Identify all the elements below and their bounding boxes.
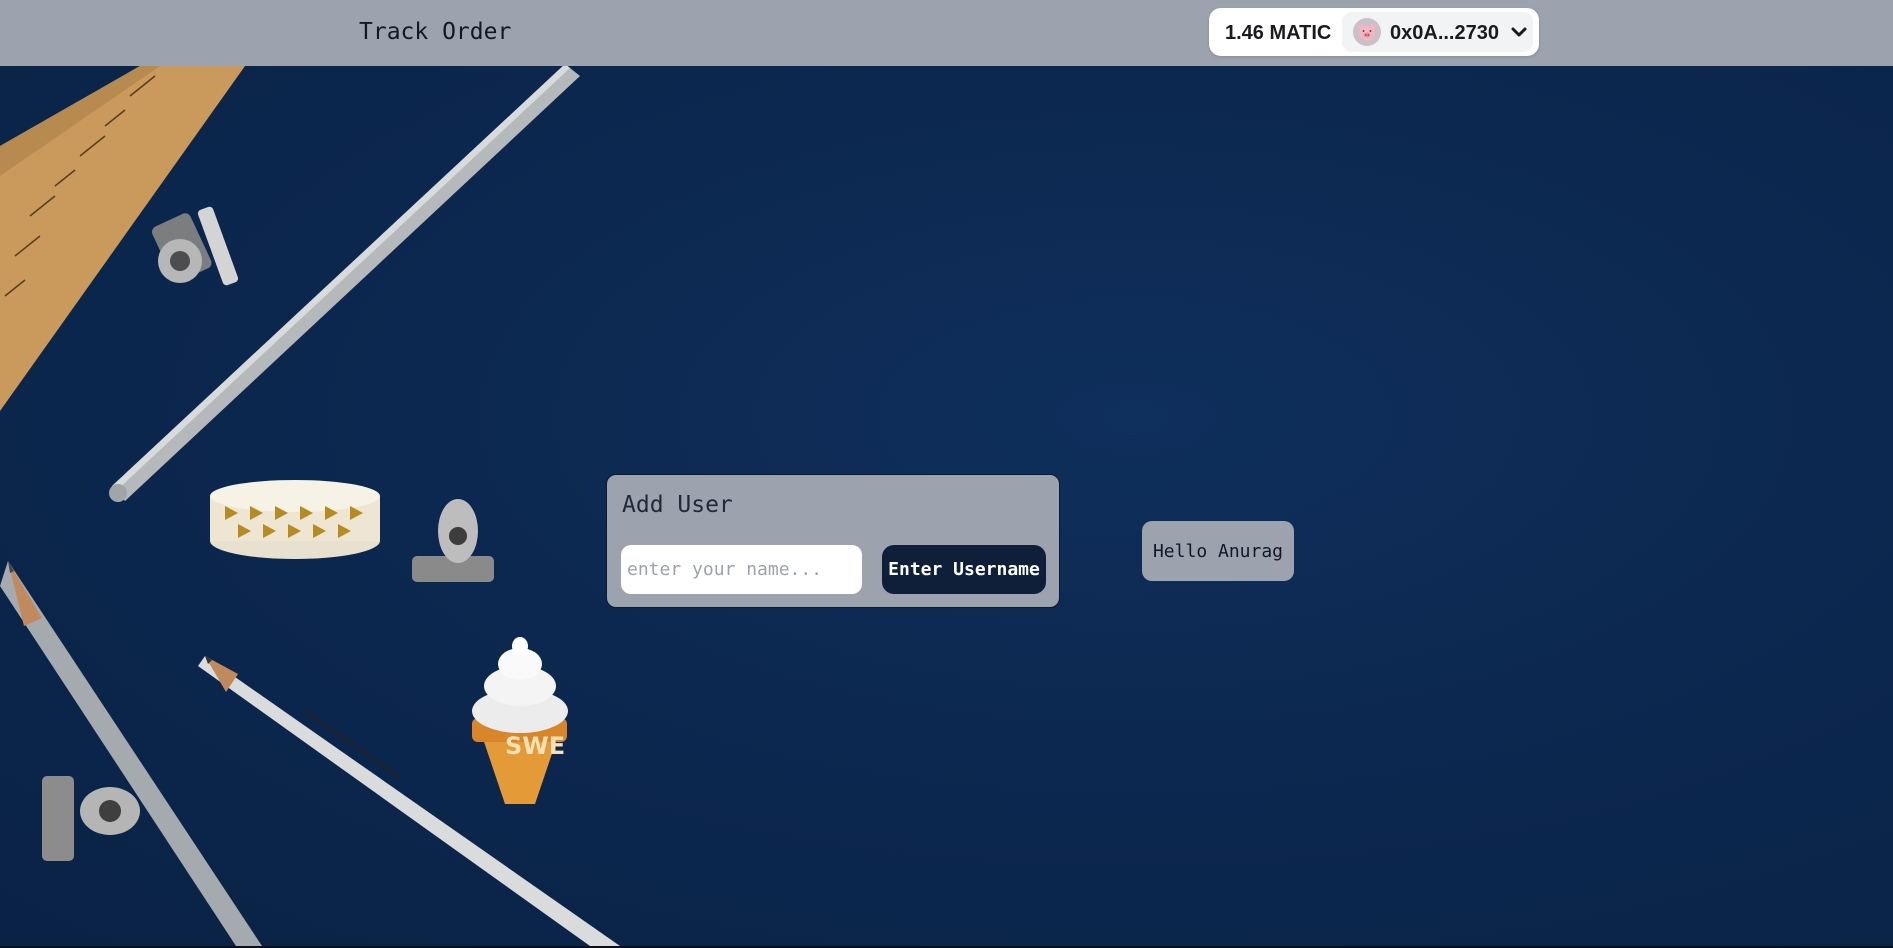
wallet-connect-widget[interactable]: 1.46 MATIC 0x0A...2730 — [1209, 8, 1539, 56]
greeting-badge: Hello Anurag — [1142, 521, 1294, 581]
add-user-title: Add User — [622, 492, 733, 518]
track-order-link[interactable]: Track Order — [359, 18, 511, 46]
wallet-address: 0x0A...2730 — [1390, 22, 1499, 44]
binder-clip-image — [412, 499, 494, 582]
background-photo: SWE Add User Ent — [0, 66, 1893, 946]
enter-username-button[interactable]: Enter Username — [882, 545, 1046, 594]
binder-clip-image — [152, 206, 239, 286]
pencil-image — [0, 561, 262, 946]
washi-tape-image — [210, 480, 380, 559]
pig-avatar-icon — [1353, 18, 1381, 46]
wallet-account-button[interactable]: 0x0A...2730 — [1342, 12, 1533, 52]
chevron-down-icon — [1511, 27, 1527, 37]
ice-cream-eraser-image: SWE — [472, 637, 568, 804]
wallet-balance: 1.46 MATIC — [1225, 22, 1332, 44]
top-navbar: Track Order 1.46 MATIC 0x0A...2730 — [0, 0, 1893, 66]
binder-clip-image — [42, 776, 140, 861]
username-input[interactable] — [621, 545, 862, 594]
add-user-card: Add User Enter Username — [606, 474, 1060, 608]
svg-text:SWE: SWE — [505, 732, 565, 760]
